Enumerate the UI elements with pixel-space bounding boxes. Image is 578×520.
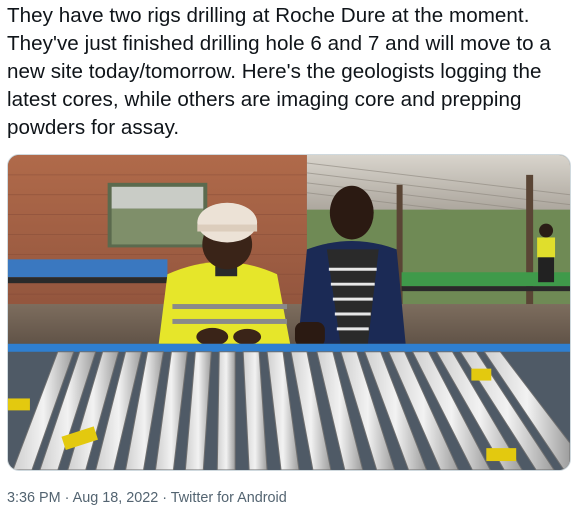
tweet-metadata: 3:36 PM · Aug 18, 2022 · Twitter for And… (7, 488, 287, 508)
tweet-time[interactable]: 3:36 PM (7, 490, 61, 506)
tweet-source: Twitter for Android (170, 490, 287, 506)
photo-illustration (8, 155, 570, 470)
core-trays (8, 343, 570, 470)
meta-separator: · (60, 490, 73, 506)
tweet: They have two rigs drilling at Roche Dur… (0, 0, 578, 520)
tweet-date[interactable]: Aug 18, 2022 (73, 490, 159, 506)
tweet-text: They have two rigs drilling at Roche Dur… (7, 4, 551, 139)
tweet-photo[interactable] (7, 154, 571, 471)
meta-separator: · (158, 490, 171, 506)
